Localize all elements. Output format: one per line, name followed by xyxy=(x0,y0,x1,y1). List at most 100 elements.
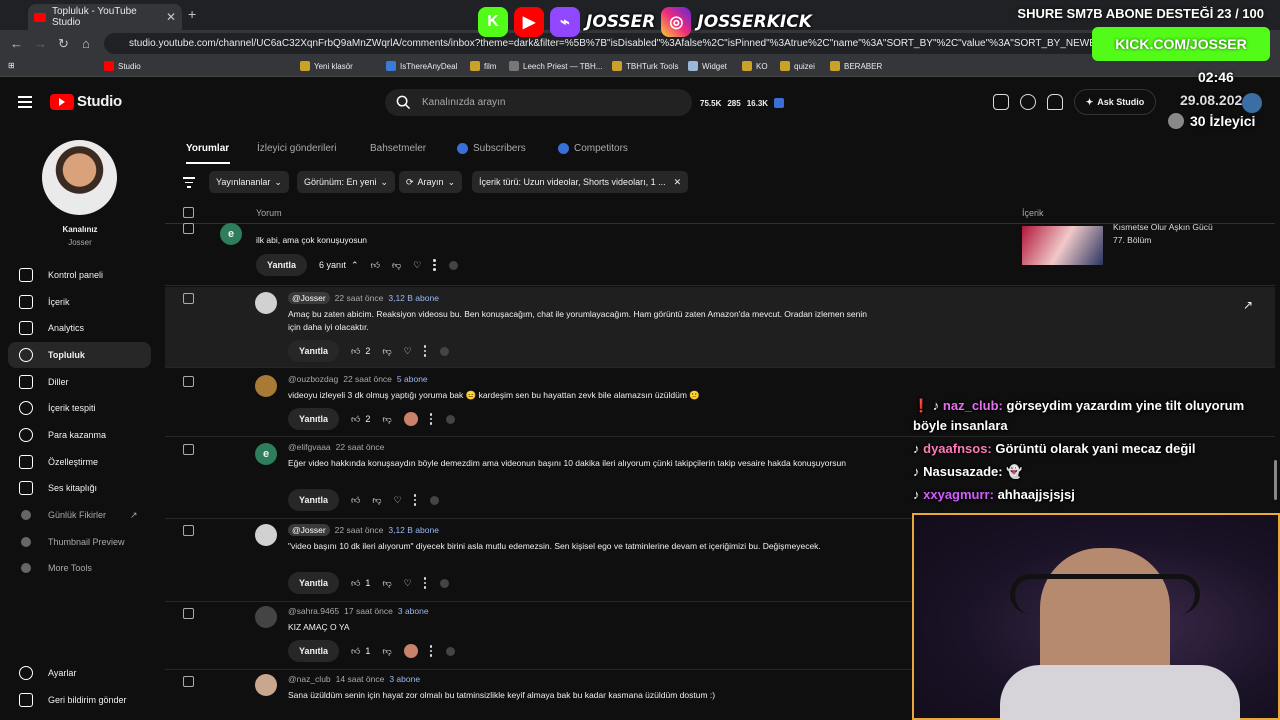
reply-button[interactable]: Yanıtla xyxy=(288,572,340,594)
tab-viewer-posts[interactable]: İzleyici gönderileri xyxy=(257,143,336,154)
sidebar-item-content[interactable]: İçerik xyxy=(8,289,151,315)
more-icon[interactable] xyxy=(423,345,428,357)
sidebar-item-content-detection[interactable]: İçerik tespiti xyxy=(8,395,151,421)
heart-icon[interactable]: ♡ xyxy=(404,578,412,589)
extension-icon[interactable] xyxy=(445,414,455,424)
more-icon[interactable] xyxy=(423,577,428,589)
new-tab-icon[interactable]: + xyxy=(188,6,196,22)
notifications-icon[interactable] xyxy=(1047,94,1063,110)
sidebar-item-thumbnail-preview[interactable]: Thumbnail Preview xyxy=(8,529,151,555)
bookmark-film[interactable]: film xyxy=(470,61,496,71)
help-icon[interactable] xyxy=(1020,94,1036,110)
row-checkbox[interactable] xyxy=(183,293,194,304)
channel-avatar[interactable] xyxy=(42,140,117,215)
like-icon[interactable]: 👍︎ xyxy=(371,260,380,271)
reply-button[interactable]: Yanıtla xyxy=(288,640,340,662)
ask-studio-button[interactable]: ✦ Ask Studio xyxy=(1074,89,1156,115)
studio-logo[interactable]: Studio xyxy=(50,93,122,110)
extension-icon[interactable] xyxy=(429,495,439,505)
sidebar-item-customization[interactable]: Özelleştirme xyxy=(8,449,151,475)
sidebar-item-more-tools[interactable]: More Tools xyxy=(8,555,151,581)
apps-icon[interactable]: ⊞ xyxy=(8,61,15,70)
like-button[interactable]: 👍︎ 2 xyxy=(351,414,370,425)
tab-subscribers[interactable]: Subscribers xyxy=(457,143,526,154)
extension-icon[interactable] xyxy=(445,646,455,656)
heart-icon[interactable]: ♡ xyxy=(394,495,402,506)
extension-icon[interactable] xyxy=(439,346,449,356)
select-all-checkbox[interactable] xyxy=(183,207,194,218)
like-icon[interactable]: 👍︎ xyxy=(351,495,360,506)
sidebar-item-audio-library[interactable]: Ses kitaplığı xyxy=(8,475,151,501)
forward-icon[interactable]: → xyxy=(34,36,47,51)
sidebar-item-monetization[interactable]: Para kazanma xyxy=(8,422,151,448)
extension-icon[interactable] xyxy=(449,260,459,270)
dislike-icon[interactable]: 👎︎ xyxy=(382,646,391,657)
like-button[interactable]: 👍︎ 1 xyxy=(351,578,370,589)
scrollbar[interactable] xyxy=(1274,460,1277,500)
sidebar-item-community[interactable]: Topluluk xyxy=(8,342,151,368)
filter-search[interactable]: ⟳ Arayın ⌄ xyxy=(399,171,463,193)
filter-content-type[interactable]: İçerik türü: Uzun videolar, Shorts video… xyxy=(472,171,689,193)
reply-button[interactable]: Yanıtla xyxy=(288,408,340,430)
search-input[interactable]: Kanalınızda arayın xyxy=(385,89,692,116)
row-checkbox[interactable] xyxy=(183,525,194,536)
open-comment-icon[interactable]: ↗ xyxy=(1243,298,1253,312)
reply-button[interactable]: Yanıtla xyxy=(288,489,340,511)
dislike-icon[interactable]: 👎︎ xyxy=(382,578,391,589)
video-thumbnail[interactable] xyxy=(1022,226,1103,265)
filter-published[interactable]: Yayınlananlar ⌄ xyxy=(209,171,289,193)
video-episode[interactable]: 77. Bölüm xyxy=(1113,235,1151,245)
more-icon[interactable] xyxy=(413,494,418,506)
home-icon[interactable]: ⌂ xyxy=(82,36,90,51)
close-icon[interactable]: ✕ xyxy=(674,177,682,188)
sidebar-item-languages[interactable]: Diller xyxy=(8,369,151,395)
sidebar-item-daily-ideas[interactable]: Günlük Fikirler ↗ xyxy=(8,502,151,528)
like-button[interactable]: 👍︎ 2 xyxy=(351,346,370,357)
filter-view[interactable]: Görünüm: En yeni ⌄ xyxy=(297,171,396,193)
account-avatar[interactable] xyxy=(1242,93,1262,113)
row-checkbox[interactable] xyxy=(183,444,194,455)
bookmark-itad[interactable]: IsThereAnyDeal xyxy=(386,61,457,71)
replies-toggle[interactable]: 6 yanıt ⌃ xyxy=(319,260,359,271)
heart-icon[interactable]: ♡ xyxy=(404,346,412,357)
bookmark-folder[interactable]: Yeni klasör xyxy=(300,61,353,71)
reload-icon[interactable]: ↻ xyxy=(58,36,69,52)
dislike-icon[interactable]: 👎︎ xyxy=(372,495,381,506)
reply-button[interactable]: Yanıtla xyxy=(256,254,308,276)
browser-tab[interactable]: Topluluk - YouTube Studio ✕ xyxy=(28,4,182,30)
reply-button[interactable]: Yanıtla xyxy=(288,340,340,362)
bookmark-ko[interactable]: KO xyxy=(742,61,768,71)
dislike-icon[interactable]: 👎︎ xyxy=(382,346,391,357)
filter-icon[interactable] xyxy=(183,177,195,191)
back-icon[interactable]: ← xyxy=(10,36,23,51)
messages-icon[interactable] xyxy=(993,94,1009,110)
close-tab-icon[interactable]: ✕ xyxy=(166,10,176,24)
like-button[interactable]: 👍︎ 1 xyxy=(351,646,370,657)
bookmark-quizei[interactable]: quizei xyxy=(780,61,815,71)
row-checkbox[interactable] xyxy=(183,376,194,387)
extension-icon[interactable] xyxy=(774,98,785,108)
dislike-icon[interactable]: 👎︎ xyxy=(392,260,401,271)
tab-competitors[interactable]: Competitors xyxy=(558,143,628,154)
sidebar-item-analytics[interactable]: Analytics xyxy=(8,315,151,341)
sidebar-item-feedback[interactable]: Geri bildirim gönder xyxy=(8,687,151,713)
sidebar-item-dashboard[interactable]: Kontrol paneli xyxy=(8,262,151,288)
sidebar-item-settings[interactable]: Ayarlar xyxy=(8,660,151,686)
creator-heart-avatar[interactable] xyxy=(403,644,418,658)
dislike-icon[interactable]: 👎︎ xyxy=(382,414,391,425)
channel-stats[interactable]: 75.5K 285 16.3K xyxy=(700,92,785,114)
extension-icon[interactable] xyxy=(439,578,449,588)
more-icon[interactable] xyxy=(433,259,437,271)
bookmark-studio[interactable]: Studio xyxy=(104,61,141,71)
video-title[interactable]: Kısmetse Olur Aşkın Gücü xyxy=(1113,222,1213,232)
bookmark-leech[interactable]: Leech Priest — TBH... xyxy=(509,61,602,71)
tab-comments[interactable]: Yorumlar xyxy=(186,143,229,154)
row-checkbox[interactable] xyxy=(183,608,194,619)
more-icon[interactable] xyxy=(429,413,434,425)
row-checkbox[interactable] xyxy=(183,676,194,687)
bookmark-beraber[interactable]: BERABER xyxy=(830,61,882,71)
bookmark-widget[interactable]: Widget xyxy=(688,61,727,71)
creator-heart-avatar[interactable] xyxy=(403,412,418,426)
menu-icon[interactable] xyxy=(18,96,32,111)
tab-mentions[interactable]: Bahsetmeler xyxy=(370,143,426,154)
